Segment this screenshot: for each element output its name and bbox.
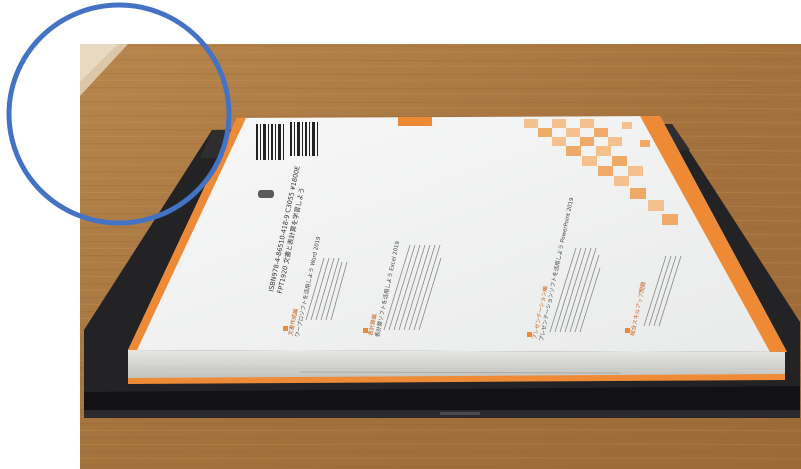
price-badge	[258, 190, 274, 198]
section-2-bullet	[363, 328, 368, 333]
section-3-bullet	[527, 332, 532, 337]
book-page-edge	[127, 350, 786, 384]
section-4-bullet	[625, 328, 630, 333]
section-1-bullet	[283, 326, 288, 331]
photo-scene: ISBN978-4-86510-418-9 C3055 ¥1800E FPT19…	[0, 0, 801, 469]
